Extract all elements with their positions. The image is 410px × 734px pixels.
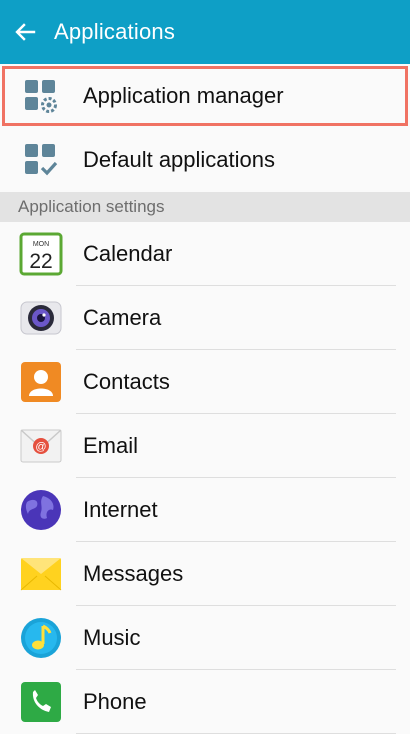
app-item-messages[interactable]: Messages: [0, 542, 410, 606]
app-label: Contacts: [83, 369, 170, 394]
app-label: Camera: [83, 305, 162, 330]
app-bar: Applications: [0, 0, 410, 64]
app-item-calendar[interactable]: MON 22 Calendar: [0, 222, 410, 286]
phone-icon: [19, 680, 63, 724]
calendar-month-text: MON: [33, 241, 49, 248]
app-item-phone[interactable]: Phone: [0, 670, 410, 734]
camera-icon: [19, 296, 63, 340]
app-item-contacts[interactable]: Contacts: [0, 350, 410, 414]
app-item-email[interactable]: @ Email: [0, 414, 410, 478]
app-label: Phone: [83, 689, 147, 714]
app-item-internet[interactable]: Internet: [0, 478, 410, 542]
application-manager-item[interactable]: Application manager: [0, 64, 410, 128]
internet-globe-icon: [19, 488, 63, 532]
default-apps-check-icon: [19, 138, 63, 182]
page-title: Applications: [54, 19, 176, 44]
app-label: Calendar: [83, 241, 173, 266]
default-applications-item[interactable]: Default applications: [0, 128, 410, 192]
messages-icon: [19, 552, 63, 596]
section-header: Application settings: [0, 192, 410, 222]
contacts-icon: [19, 360, 63, 404]
application-manager-label: Application manager: [83, 83, 284, 108]
app-label: Internet: [83, 497, 158, 522]
email-icon: @: [19, 424, 63, 468]
app-manager-gear-icon: [19, 74, 63, 118]
calendar-day-text: 22: [29, 250, 52, 273]
app-label: Messages: [83, 561, 184, 586]
default-applications-label: Default applications: [83, 147, 276, 172]
app-item-camera[interactable]: Camera: [0, 286, 410, 350]
app-label: Email: [83, 433, 139, 458]
arrow-left-icon[interactable]: [14, 19, 40, 45]
svg-text:@: @: [35, 441, 46, 453]
app-item-music[interactable]: Music: [0, 606, 410, 670]
calendar-icon: MON 22: [19, 232, 63, 276]
music-icon: [19, 616, 63, 660]
app-label: Music: [83, 625, 141, 650]
